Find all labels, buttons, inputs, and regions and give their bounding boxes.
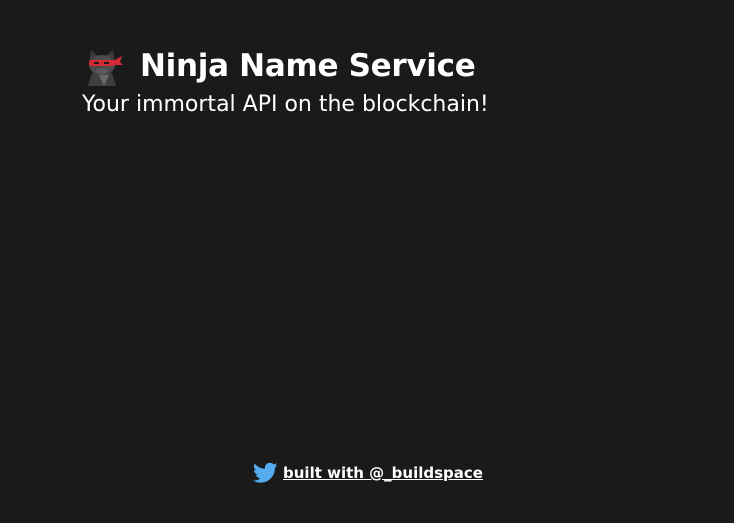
ninja-cat-icon — [82, 45, 124, 87]
footer: built with @_buildspace — [0, 462, 734, 484]
buildspace-link[interactable]: built with @_buildspace — [283, 464, 483, 482]
footer-credit: built with @_buildspace — [252, 462, 483, 484]
page-subtitle: Your immortal API on the blockchain! — [82, 92, 489, 117]
title-row: Ninja Name Service — [82, 44, 702, 88]
header: Ninja Name Service Your immortal API on … — [82, 44, 702, 117]
twitter-icon — [252, 462, 278, 484]
page-title: Ninja Name Service — [140, 48, 476, 84]
